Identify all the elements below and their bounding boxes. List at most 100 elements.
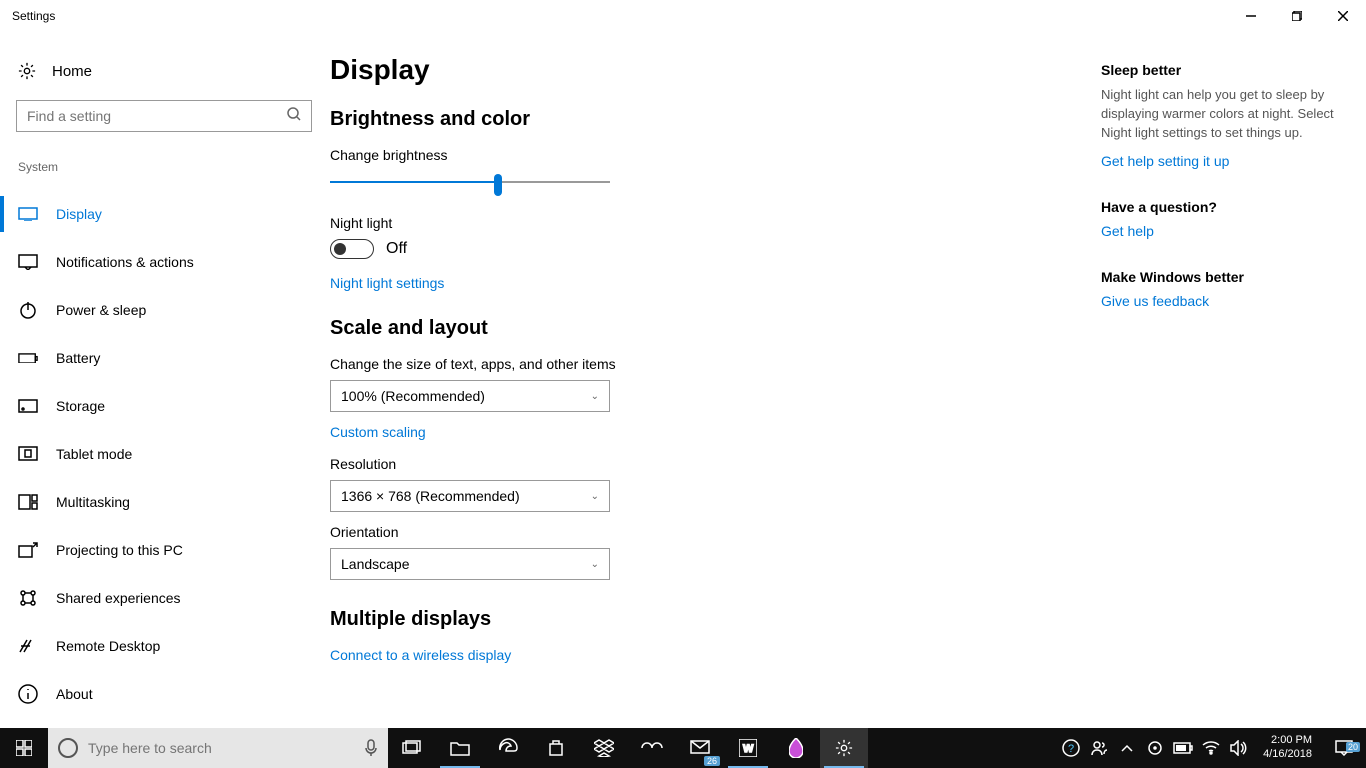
remote-icon: [18, 636, 38, 656]
people-tray-icon[interactable]: [1089, 738, 1109, 758]
app-button[interactable]: [628, 728, 676, 768]
word-button[interactable]: W: [724, 728, 772, 768]
custom-scaling-link[interactable]: Custom scaling: [330, 424, 426, 440]
gear-icon: [18, 62, 36, 80]
sidebar-item-tablet[interactable]: Tablet mode: [16, 430, 320, 478]
cortana-input[interactable]: [88, 740, 354, 756]
cortana-icon: [58, 738, 78, 758]
wifi-tray-icon[interactable]: [1201, 738, 1221, 758]
paint-button[interactable]: [772, 728, 820, 768]
mail-badge: 26: [704, 756, 720, 766]
feedback-heading: Make Windows better: [1101, 269, 1346, 285]
volume-tray-icon[interactable]: [1229, 738, 1249, 758]
power-icon: [18, 300, 38, 320]
chevron-down-icon: ⌄: [591, 559, 599, 570]
sidebar-item-label: Tablet mode: [56, 446, 132, 462]
night-light-state: Off: [386, 240, 407, 258]
search-field[interactable]: [27, 108, 287, 124]
resolution-value: 1366 × 768 (Recommended): [341, 488, 520, 504]
task-view-button[interactable]: [388, 728, 436, 768]
search-input[interactable]: [16, 100, 312, 132]
mic-icon[interactable]: [364, 739, 378, 757]
question-heading: Have a question?: [1101, 199, 1346, 215]
chevron-down-icon: ⌄: [591, 491, 599, 502]
help-pane: Sleep better Night light can help you ge…: [1101, 32, 1366, 728]
start-button[interactable]: [0, 728, 48, 768]
connect-wireless-link[interactable]: Connect to a wireless display: [330, 647, 511, 663]
taskbar: 26 W ? 2:00 PM 4/16/2018 20: [0, 728, 1366, 768]
section-multiple: Multiple displays: [330, 608, 1077, 631]
sidebar: Home System Display Notifications & acti…: [0, 32, 320, 728]
multitasking-icon: [18, 492, 38, 512]
sidebar-item-projecting[interactable]: Projecting to this PC: [16, 526, 320, 574]
help-tray-icon[interactable]: ?: [1061, 738, 1081, 758]
sidebar-item-label: Projecting to this PC: [56, 542, 183, 558]
sidebar-item-label: About: [56, 686, 93, 702]
maximize-button[interactable]: [1274, 0, 1320, 32]
section-label: System: [16, 160, 320, 174]
minimize-button[interactable]: [1228, 0, 1274, 32]
chevron-up-tray-icon[interactable]: [1117, 738, 1137, 758]
resolution-label: Resolution: [330, 456, 1077, 472]
clock-time: 2:00 PM: [1271, 734, 1312, 748]
about-icon: [18, 684, 38, 704]
section-scale: Scale and layout: [330, 317, 1077, 340]
sidebar-item-label: Battery: [56, 350, 100, 366]
display-icon: [18, 204, 38, 224]
close-button[interactable]: [1320, 0, 1366, 32]
cortana-search[interactable]: [48, 728, 388, 768]
svg-text:W: W: [743, 743, 754, 755]
search-icon: [287, 107, 301, 126]
store-button[interactable]: [532, 728, 580, 768]
action-center-button[interactable]: 20: [1326, 740, 1362, 756]
sidebar-item-label: Power & sleep: [56, 302, 146, 318]
edge-button[interactable]: [484, 728, 532, 768]
sleep-link[interactable]: Get help setting it up: [1101, 153, 1229, 169]
brightness-label: Change brightness: [330, 147, 1077, 163]
text-size-dropdown[interactable]: 100% (Recommended) ⌄: [330, 380, 610, 412]
sidebar-item-label: Shared experiences: [56, 590, 181, 606]
sidebar-item-label: Storage: [56, 398, 105, 414]
sidebar-item-label: Notifications & actions: [56, 254, 194, 270]
window-title: Settings: [12, 9, 55, 23]
sidebar-item-about[interactable]: About: [16, 670, 320, 718]
mail-button[interactable]: 26: [676, 728, 724, 768]
sidebar-item-remote[interactable]: Remote Desktop: [16, 622, 320, 670]
sidebar-item-display[interactable]: Display: [16, 190, 320, 238]
home-label: Home: [52, 63, 92, 80]
titlebar: Settings: [0, 0, 1366, 32]
text-size-value: 100% (Recommended): [341, 388, 485, 404]
home-nav[interactable]: Home: [16, 54, 320, 100]
night-light-toggle[interactable]: [330, 239, 374, 259]
clock-date: 4/16/2018: [1263, 748, 1312, 762]
sidebar-item-label: Display: [56, 206, 102, 222]
sidebar-item-multitasking[interactable]: Multitasking: [16, 478, 320, 526]
night-light-label: Night light: [330, 215, 1077, 231]
shared-icon: [18, 588, 38, 608]
location-tray-icon[interactable]: [1145, 738, 1165, 758]
orientation-dropdown[interactable]: Landscape ⌄: [330, 548, 610, 580]
sidebar-item-notifications[interactable]: Notifications & actions: [16, 238, 320, 286]
file-explorer-button[interactable]: [436, 728, 484, 768]
battery-tray-icon[interactable]: [1173, 738, 1193, 758]
sidebar-item-label: Multitasking: [56, 494, 130, 510]
get-help-link[interactable]: Get help: [1101, 223, 1154, 239]
dropbox-button[interactable]: [580, 728, 628, 768]
brightness-slider[interactable]: [330, 171, 610, 195]
settings-button[interactable]: [820, 728, 868, 768]
orientation-value: Landscape: [341, 556, 410, 572]
main-content: Display Brightness and color Change brig…: [320, 32, 1101, 728]
orientation-label: Orientation: [330, 524, 1077, 540]
night-light-settings-link[interactable]: Night light settings: [330, 275, 444, 291]
sidebar-item-shared[interactable]: Shared experiences: [16, 574, 320, 622]
sidebar-item-label: Remote Desktop: [56, 638, 160, 654]
clock[interactable]: 2:00 PM 4/16/2018: [1257, 734, 1318, 762]
feedback-link[interactable]: Give us feedback: [1101, 293, 1209, 309]
sidebar-item-power[interactable]: Power & sleep: [16, 286, 320, 334]
sidebar-item-battery[interactable]: Battery: [16, 334, 320, 382]
sidebar-item-storage[interactable]: Storage: [16, 382, 320, 430]
system-tray: ? 2:00 PM 4/16/2018 20: [1061, 728, 1366, 768]
page-title: Display: [330, 54, 1077, 86]
resolution-dropdown[interactable]: 1366 × 768 (Recommended) ⌄: [330, 480, 610, 512]
text-size-label: Change the size of text, apps, and other…: [330, 356, 1077, 372]
